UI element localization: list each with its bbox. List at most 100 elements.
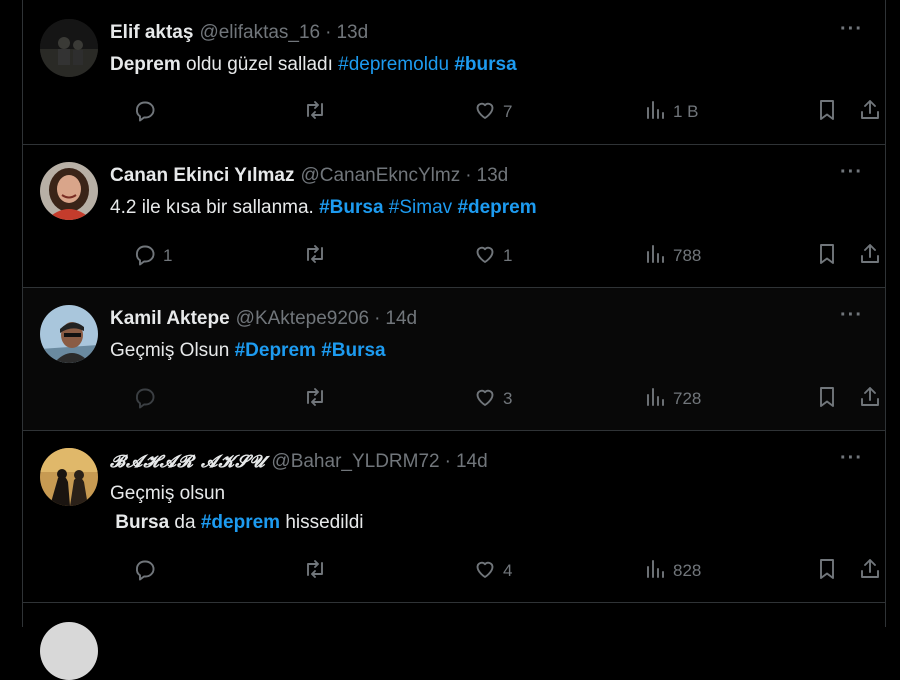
views-chart-icon: [643, 385, 667, 414]
timestamp[interactable]: 13d: [336, 22, 368, 44]
like-count: 1: [503, 246, 513, 265]
reply-icon: [133, 242, 157, 271]
share-icon: [858, 98, 882, 127]
tweet-text: Geçmiş Olsun #Deprem #Bursa: [110, 336, 865, 365]
like-button[interactable]: 3: [473, 384, 512, 414]
like-button[interactable]: 1: [473, 241, 512, 271]
display-name[interactable]: Kamil Aktepe: [110, 308, 230, 330]
share-icon: [858, 385, 882, 414]
text-span: Geçmiş Olsun: [110, 340, 235, 361]
user-handle[interactable]: @elifaktas_16: [199, 22, 320, 44]
separator-dot: ·: [444, 451, 451, 472]
tweet-text: Deprem oldu güzel salladı #depremoldu #b…: [110, 50, 865, 79]
hashtag-link[interactable]: #Bursa: [321, 340, 385, 361]
share-icon: [858, 242, 882, 271]
avatar[interactable]: [40, 305, 98, 363]
like-count: 3: [503, 389, 513, 408]
like-button[interactable]: 4: [473, 556, 512, 586]
tweet-text: Geçmiş olsun Bursa da #deprem hissedildi: [110, 479, 865, 537]
tweet[interactable]: Elif aktaş @elifaktas_16 · 13d ··· Depre…: [23, 0, 885, 145]
reply-button[interactable]: [133, 384, 163, 414]
user-handle[interactable]: @Bahar_YLDRM72: [271, 451, 439, 473]
views-button[interactable]: 1 B: [643, 97, 699, 127]
text-span: oldu güzel salladı: [180, 54, 339, 75]
heart-icon: [473, 557, 497, 586]
retweet-icon: [303, 557, 327, 586]
share-button[interactable]: [858, 556, 882, 586]
share-button[interactable]: [858, 97, 882, 127]
timestamp[interactable]: 13d: [477, 165, 509, 187]
tweet[interactable]: Canan Ekinci Yılmaz @CananEkncYlmz · 13d…: [23, 145, 885, 288]
tweet-text: 4.2 ile kısa bir sallanma. #Bursa #Simav…: [110, 193, 865, 222]
user-handle[interactable]: @CananEkncYlmz: [300, 165, 460, 187]
display-name[interactable]: Elif aktaş: [110, 22, 193, 44]
heart-icon: [473, 385, 497, 414]
share-button[interactable]: [858, 384, 882, 414]
more-dots-icon[interactable]: ···: [840, 448, 863, 468]
timestamp[interactable]: 14d: [456, 451, 488, 473]
tweet[interactable]: 𝓑𝓐𝓗𝓐𝓡 𝓐𝓚𝓢𝓤 @Bahar_YLDRM72 · 14d ··· Geçm…: [23, 431, 885, 603]
display-name[interactable]: Canan Ekinci Yılmaz: [110, 165, 294, 187]
bookmark-button[interactable]: [815, 97, 839, 127]
avatar[interactable]: [40, 448, 98, 506]
bold-word: Deprem: [110, 54, 181, 75]
reply-count: 1: [163, 246, 173, 265]
views-count: 728: [673, 389, 702, 408]
reply-icon: [133, 557, 157, 586]
hashtag-link[interactable]: #depremoldu: [338, 54, 449, 75]
text-span: da: [169, 512, 201, 533]
reply-button[interactable]: [133, 556, 163, 586]
bookmark-icon: [815, 242, 839, 271]
reply-icon: [133, 385, 157, 414]
like-button[interactable]: 7: [473, 97, 512, 127]
bold-word: Bursa: [115, 512, 170, 533]
bookmark-button[interactable]: [815, 241, 839, 271]
hashtag-link[interactable]: #deprem: [201, 512, 280, 533]
hashtag-link[interactable]: #Simav: [389, 197, 452, 218]
retweet-icon: [303, 242, 327, 271]
retweet-icon: [303, 385, 327, 414]
retweet-button[interactable]: [303, 556, 333, 586]
separator-dot: ·: [465, 165, 472, 186]
bookmark-icon: [815, 385, 839, 414]
timestamp[interactable]: 14d: [385, 308, 417, 330]
retweet-button[interactable]: [303, 384, 333, 414]
bookmark-icon: [815, 98, 839, 127]
heart-icon: [473, 242, 497, 271]
like-count: 4: [503, 561, 513, 580]
separator-dot: ·: [374, 308, 381, 329]
views-count: 828: [673, 561, 702, 580]
tweet[interactable]: Kamil Aktepe @KAktepe9206 · 14d ··· Geçm…: [23, 288, 885, 431]
text-span: hissedildi: [280, 512, 364, 533]
views-chart-icon: [643, 557, 667, 586]
hashtag-link[interactable]: #deprem: [457, 197, 536, 218]
avatar[interactable]: [40, 162, 98, 220]
tweet[interactable]: [23, 603, 885, 680]
reply-button[interactable]: [133, 97, 163, 127]
bookmark-button[interactable]: [815, 384, 839, 414]
views-count: 788: [673, 246, 702, 265]
user-handle[interactable]: @KAktepe9206: [236, 308, 369, 330]
like-count: 7: [503, 102, 513, 121]
display-name[interactable]: 𝓑𝓐𝓗𝓐𝓡 𝓐𝓚𝓢𝓤: [110, 452, 265, 472]
hashtag-link[interactable]: #Bursa: [319, 197, 383, 218]
views-button[interactable]: 828: [643, 556, 701, 586]
retweet-button[interactable]: [303, 241, 333, 271]
timeline-feed: Elif aktaş @elifaktas_16 · 13d ··· Depre…: [22, 0, 886, 680]
reply-icon: [133, 98, 157, 127]
more-dots-icon[interactable]: ···: [840, 305, 863, 325]
views-button[interactable]: 788: [643, 241, 701, 271]
more-dots-icon[interactable]: ···: [840, 162, 863, 182]
hashtag-link[interactable]: #Deprem: [235, 340, 316, 361]
share-button[interactable]: [858, 241, 882, 271]
avatar[interactable]: [40, 19, 98, 77]
avatar[interactable]: [40, 622, 98, 680]
reply-button[interactable]: 1: [133, 241, 172, 271]
more-dots-icon[interactable]: ···: [840, 19, 863, 39]
retweet-button[interactable]: [303, 97, 333, 127]
hashtag-link[interactable]: #bursa: [454, 54, 516, 75]
views-button[interactable]: 728: [643, 384, 701, 414]
share-icon: [858, 557, 882, 586]
bookmark-button[interactable]: [815, 556, 839, 586]
views-chart-icon: [643, 98, 667, 127]
